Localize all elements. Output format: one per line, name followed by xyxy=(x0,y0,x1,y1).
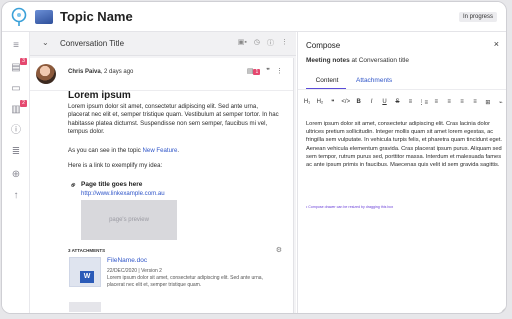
author-name[interactable]: Chris Paiva xyxy=(68,69,101,75)
bold-button[interactable]: B xyxy=(354,99,364,105)
compose-note-type: Meeting notes xyxy=(306,57,350,64)
avatar[interactable] xyxy=(36,64,56,84)
table-button[interactable]: ⊞ xyxy=(483,99,493,106)
tab-attachments[interactable]: Attachments xyxy=(356,77,392,84)
topic-link[interactable]: New Feature xyxy=(143,147,178,154)
formatting-toolbar: H₁ H₂ ❞ </> B I U S ≡ ⋮≡ ≡ ≡ ≡ ≡ ⊞ ⌁ xyxy=(302,96,506,108)
tab-divider xyxy=(298,89,506,90)
gear-icon[interactable]: ⚙ xyxy=(276,246,282,254)
message-actions: ▤ 1 ❞ ⋮ xyxy=(247,67,283,75)
conversation-title: Conversation Title xyxy=(60,39,125,48)
link-preview-title[interactable]: Page title goes here xyxy=(81,181,142,188)
attachment-count-badge: 1 xyxy=(253,69,261,75)
strikethrough-button[interactable]: S xyxy=(392,99,402,105)
info-icon[interactable]: ⓘ xyxy=(9,124,23,138)
app-logo-icon[interactable] xyxy=(10,7,28,27)
conversation-header: ⌄ Conversation Title ▣▪ ◷ ⓘ ⋮ xyxy=(30,32,296,56)
attachments-label: 3 ATTACHMENTS xyxy=(68,248,106,253)
link-intro: Here is a link to exemplify my idea: xyxy=(68,162,163,169)
numbered-list-button[interactable]: ⋮≡ xyxy=(418,99,429,106)
add-circle-icon[interactable]: ⊕ xyxy=(9,168,23,182)
attachment-icon[interactable]: ▤ 1 xyxy=(247,67,261,75)
message-paragraph: Lorem ipsum dolor sit amet, consectetur … xyxy=(68,103,279,136)
notification-badge: 3 xyxy=(20,58,27,65)
italic-button[interactable]: I xyxy=(367,99,377,105)
top-bar: Topic Name In progress xyxy=(2,2,506,32)
menu-icon[interactable]: ≡ xyxy=(9,39,23,53)
align-justify-button[interactable]: ≡ xyxy=(470,99,480,105)
tab-content[interactable]: Content xyxy=(310,77,344,84)
code-button[interactable]: </> xyxy=(341,99,351,105)
message-time: , 2 days ago xyxy=(100,69,134,75)
attach-link-button[interactable]: ⌁ xyxy=(496,99,506,106)
align-right-button[interactable]: ≡ xyxy=(457,99,467,105)
word-doc-icon: W xyxy=(80,271,94,283)
quote-icon[interactable]: ❞ xyxy=(266,67,270,75)
topic-line-suffix: . xyxy=(177,147,180,154)
file-description: Lorem ipsum dolor sit amet, consectetur … xyxy=(107,275,263,288)
close-icon[interactable]: × xyxy=(494,39,499,49)
alert-icon[interactable]: ⓘ xyxy=(267,38,274,48)
topic-reference: As you can see in the topic New Feature. xyxy=(68,147,179,154)
notification-badge: 2 xyxy=(20,100,27,107)
topic-line-prefix: As you can see in the topic xyxy=(68,147,143,154)
file-name-link[interactable]: FileName.doc xyxy=(107,257,147,264)
heading1-button[interactable]: H₁ xyxy=(302,99,312,105)
compose-drawer: Compose × Meeting notes at Conversation … xyxy=(297,32,506,313)
compose-subtitle: Meeting notes at Conversation title xyxy=(306,57,409,64)
topic-image-icon xyxy=(35,10,53,24)
bullet-list-button[interactable]: ≡ xyxy=(405,99,415,105)
underline-button[interactable]: U xyxy=(380,99,390,105)
arrow-up-icon[interactable]: ↑ xyxy=(9,189,23,203)
page-title: Topic Name xyxy=(60,9,133,24)
resize-hint: • Compose drawer can be resized by dragg… xyxy=(306,205,394,209)
align-left-button[interactable]: ≡ xyxy=(431,99,441,105)
bookmark-icon[interactable]: ▣▪ xyxy=(238,38,247,48)
conversation-panel: ⌄ Conversation Title ▣▪ ◷ ⓘ ⋮ Chris Paiv… xyxy=(30,32,296,313)
heading2-button[interactable]: H₂ xyxy=(315,99,325,105)
message-author: Chris Paiva, 2 days ago xyxy=(68,69,133,75)
compose-title: Compose xyxy=(306,41,341,50)
message-heading: Lorem ipsum xyxy=(68,90,131,101)
link-preview-image[interactable]: page's preview xyxy=(81,200,177,240)
align-center-button[interactable]: ≡ xyxy=(444,99,454,105)
notes-edit-icon[interactable]: ▥ 2 xyxy=(9,100,27,117)
resize-handle-icon[interactable]: ◢ xyxy=(501,306,506,313)
compose-editor[interactable]: Lorem ipsum dolor sit amet, consectetur … xyxy=(306,120,504,169)
conversation-actions: ▣▪ ◷ ⓘ ⋮ xyxy=(238,38,288,48)
clock-icon[interactable]: ◷ xyxy=(254,38,260,48)
left-rail: ≡ ▤ 3 ▭ ▥ 2 ⓘ ≣ ⊕ ↑ xyxy=(2,32,30,313)
app-window: Topic Name In progress ≡ ▤ 3 ▭ ▥ 2 ⓘ ≣ ⊕ ↑… xyxy=(1,1,507,314)
filter-lines-icon[interactable]: ≣ xyxy=(9,145,23,159)
more-icon[interactable]: ⋮ xyxy=(281,38,288,48)
link-preview-url[interactable]: http://www.linkexample.com.au xyxy=(81,190,165,197)
file-thumbnail[interactable] xyxy=(69,302,101,312)
file-meta: 22/DEC/2020 | Version 2 xyxy=(107,268,162,274)
compose-context: at Conversation title xyxy=(349,57,409,64)
more-icon[interactable]: ⋮ xyxy=(276,67,283,75)
quote-button[interactable]: ❞ xyxy=(328,99,338,106)
note-icon[interactable]: ▭ xyxy=(9,82,23,96)
file-thumbnail[interactable]: W xyxy=(69,257,101,287)
chevron-down-icon[interactable]: ⌄ xyxy=(42,38,49,47)
document-stack-icon[interactable]: ▤ 3 xyxy=(9,58,27,75)
status-badge[interactable]: In progress xyxy=(458,12,497,22)
